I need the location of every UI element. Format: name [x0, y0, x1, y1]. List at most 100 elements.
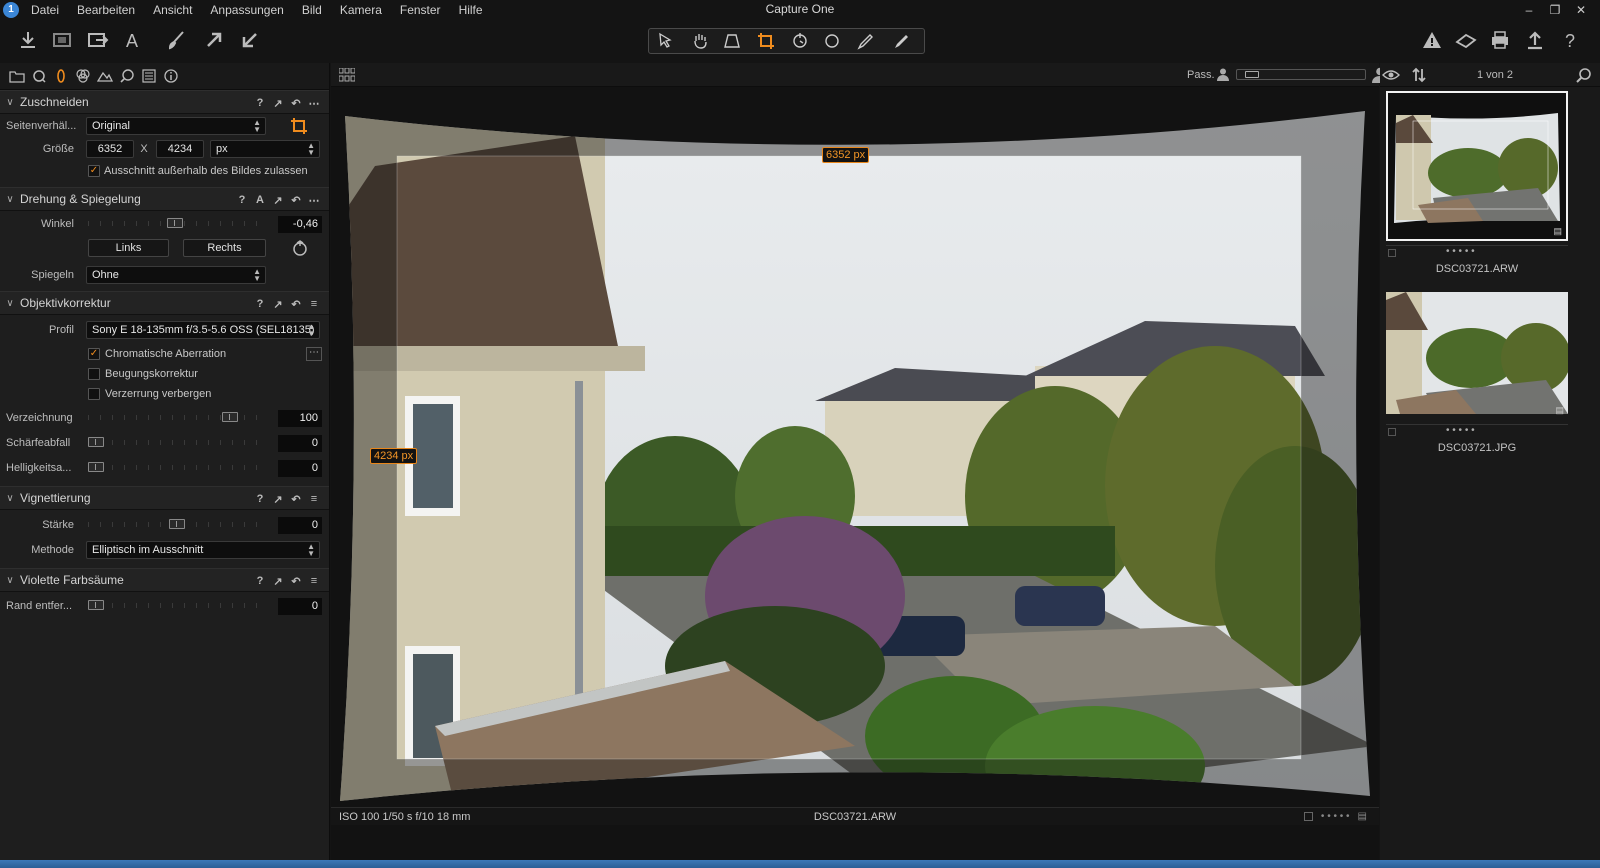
width-input[interactable]: 6352: [86, 140, 134, 158]
hide-distortion-checkbox[interactable]: [88, 388, 100, 400]
ratio-select[interactable]: Original ▲ ▼: [86, 117, 266, 135]
zoom-slider-thumb[interactable]: [1244, 71, 1259, 78]
tab-details-icon[interactable]: [116, 66, 137, 86]
help-icon[interactable]: ?: [251, 95, 269, 111]
warning-icon[interactable]: [1418, 27, 1446, 53]
rotate-free-icon[interactable]: [291, 239, 309, 257]
more-icon[interactable]: ⋯: [305, 192, 323, 208]
grid-view-icon[interactable]: [339, 68, 355, 82]
angle-slider-thumb[interactable]: [167, 218, 184, 228]
profile-select[interactable]: Sony E 18-135mm f/3.5-5.6 OSS (SEL18135)…: [86, 321, 320, 339]
thumbnail-frame[interactable]: ▤: [1386, 288, 1571, 438]
reset-icon[interactable]: ↶: [287, 192, 305, 208]
arrow-up-right-icon[interactable]: [200, 27, 228, 53]
menu-fenster[interactable]: Fenster: [400, 3, 441, 17]
allow-outside-checkbox[interactable]: ✓: [88, 165, 100, 177]
crop-section-header[interactable]: ∨ Zuschneiden ? ↗ ↶ ⋯: [0, 90, 329, 114]
help-icon[interactable]: ?: [1557, 27, 1585, 53]
help-icon[interactable]: ?: [251, 491, 269, 507]
mirror-select[interactable]: Ohne ▲ ▼: [86, 266, 266, 284]
reset-icon[interactable]: ↶: [287, 95, 305, 111]
strength-slider-thumb[interactable]: [169, 519, 185, 529]
crop-tool-icon[interactable]: [753, 31, 779, 51]
rotate-right-button[interactable]: Rechts: [183, 239, 266, 257]
copy-apply-icon[interactable]: ↗: [269, 192, 287, 208]
export-icon[interactable]: [84, 27, 112, 53]
more-icon[interactable]: ⋯: [305, 95, 323, 111]
crop-tool-icon[interactable]: [290, 117, 308, 135]
layout-icon[interactable]: [1452, 27, 1480, 53]
tag-box-icon[interactable]: [1388, 428, 1396, 436]
photo-preview[interactable]: [335, 106, 1375, 806]
reset-icon[interactable]: ↶: [287, 491, 305, 507]
menu-icon[interactable]: ≡: [305, 296, 323, 312]
rating-dots[interactable]: • • • • •: [1321, 811, 1350, 822]
reset-icon[interactable]: ↶: [287, 296, 305, 312]
rating-dots[interactable]: • • • • •: [1446, 246, 1475, 257]
annotate-icon[interactable]: [887, 31, 913, 51]
search-icon[interactable]: [1576, 67, 1592, 83]
tab-exposure-icon[interactable]: [94, 66, 115, 86]
tab-metadata-icon[interactable]: [160, 66, 181, 86]
thumbnail-frame[interactable]: ▤: [1386, 91, 1568, 241]
height-input[interactable]: 4234: [156, 140, 204, 158]
defringe-value[interactable]: 0: [278, 598, 322, 615]
menu-hilfe[interactable]: Hilfe: [459, 3, 483, 17]
unit-select[interactable]: px ▲ ▼: [210, 140, 320, 158]
tab-lens-icon[interactable]: [50, 66, 71, 86]
chevron-down-icon[interactable]: ∨: [0, 298, 20, 309]
import-icon[interactable]: [14, 27, 42, 53]
tab-library-icon[interactable]: [6, 66, 27, 86]
upload-icon[interactable]: [1521, 27, 1549, 53]
sharpness-slider-thumb[interactable]: [88, 437, 104, 447]
distortion-value[interactable]: 100: [278, 410, 322, 427]
menu-icon[interactable]: ≡: [305, 573, 323, 589]
copy-apply-icon[interactable]: ↗: [269, 95, 287, 111]
zoom-slider[interactable]: [1236, 69, 1366, 80]
light-slider-thumb[interactable]: [88, 462, 104, 472]
pan-hand-icon[interactable]: [687, 31, 713, 51]
tab-capture-icon[interactable]: [28, 66, 49, 86]
distortion-slider-thumb[interactable]: [222, 412, 239, 422]
method-select[interactable]: Elliptisch im Ausschnitt ▲ ▼: [86, 541, 320, 559]
rotate-tool-icon[interactable]: [787, 31, 813, 51]
vignetting-section-header[interactable]: ∨ Vignettierung ? ↗ ↶ ≡: [0, 486, 329, 510]
copy-apply-icon[interactable]: ↗: [269, 296, 287, 312]
menu-icon[interactable]: ≡: [305, 491, 323, 507]
copy-apply-icon[interactable]: ↗: [269, 573, 287, 589]
keystone-icon[interactable]: [719, 31, 745, 51]
menu-datei[interactable]: Datei: [31, 3, 59, 17]
copy-apply-icon[interactable]: ↗: [269, 491, 287, 507]
light-falloff-value[interactable]: 0: [278, 460, 322, 477]
chevron-down-icon[interactable]: ∨: [0, 493, 20, 504]
tag-box-icon[interactable]: [1388, 249, 1396, 257]
chevron-down-icon[interactable]: ∨: [0, 97, 20, 108]
close-button[interactable]: ✕: [1568, 0, 1594, 19]
tab-color-icon[interactable]: [72, 66, 93, 86]
brush-icon[interactable]: [162, 27, 190, 53]
help-icon[interactable]: ?: [251, 573, 269, 589]
image-canvas[interactable]: 6352 px 4234 px: [335, 106, 1375, 806]
chevron-down-icon[interactable]: ∨: [0, 194, 20, 205]
arrow-down-left-icon[interactable]: [236, 27, 264, 53]
rating-dots[interactable]: • • • • •: [1446, 425, 1475, 436]
rotate-left-button[interactable]: Links: [88, 239, 169, 257]
details-icon[interactable]: ▤: [1358, 811, 1367, 822]
chevron-down-icon[interactable]: ∨: [0, 575, 20, 586]
help-icon[interactable]: ?: [233, 192, 251, 208]
capture-icon[interactable]: [48, 27, 76, 53]
menu-kamera[interactable]: Kamera: [340, 3, 382, 17]
text-tool-icon[interactable]: A: [120, 27, 148, 53]
select-cursor-icon[interactable]: [653, 31, 679, 51]
spot-removal-icon[interactable]: [819, 31, 845, 51]
sharpness-falloff-value[interactable]: 0: [278, 435, 322, 452]
more-options-icon[interactable]: ⋯: [306, 347, 322, 361]
angle-value[interactable]: -0,46: [278, 216, 322, 233]
restore-button[interactable]: ❐: [1542, 0, 1568, 19]
tab-adjustments-icon[interactable]: [138, 66, 159, 86]
purple-fringe-section-header[interactable]: ∨ Violette Farbsäume ? ↗ ↶ ≡: [0, 568, 329, 592]
chromatic-aberration-checkbox[interactable]: ✓: [88, 348, 100, 360]
strength-value[interactable]: 0: [278, 517, 322, 534]
rotation-section-header[interactable]: ∨ Drehung & Spiegelung ? A ↗ ↶ ⋯: [0, 187, 329, 211]
color-picker-icon[interactable]: [851, 31, 877, 51]
